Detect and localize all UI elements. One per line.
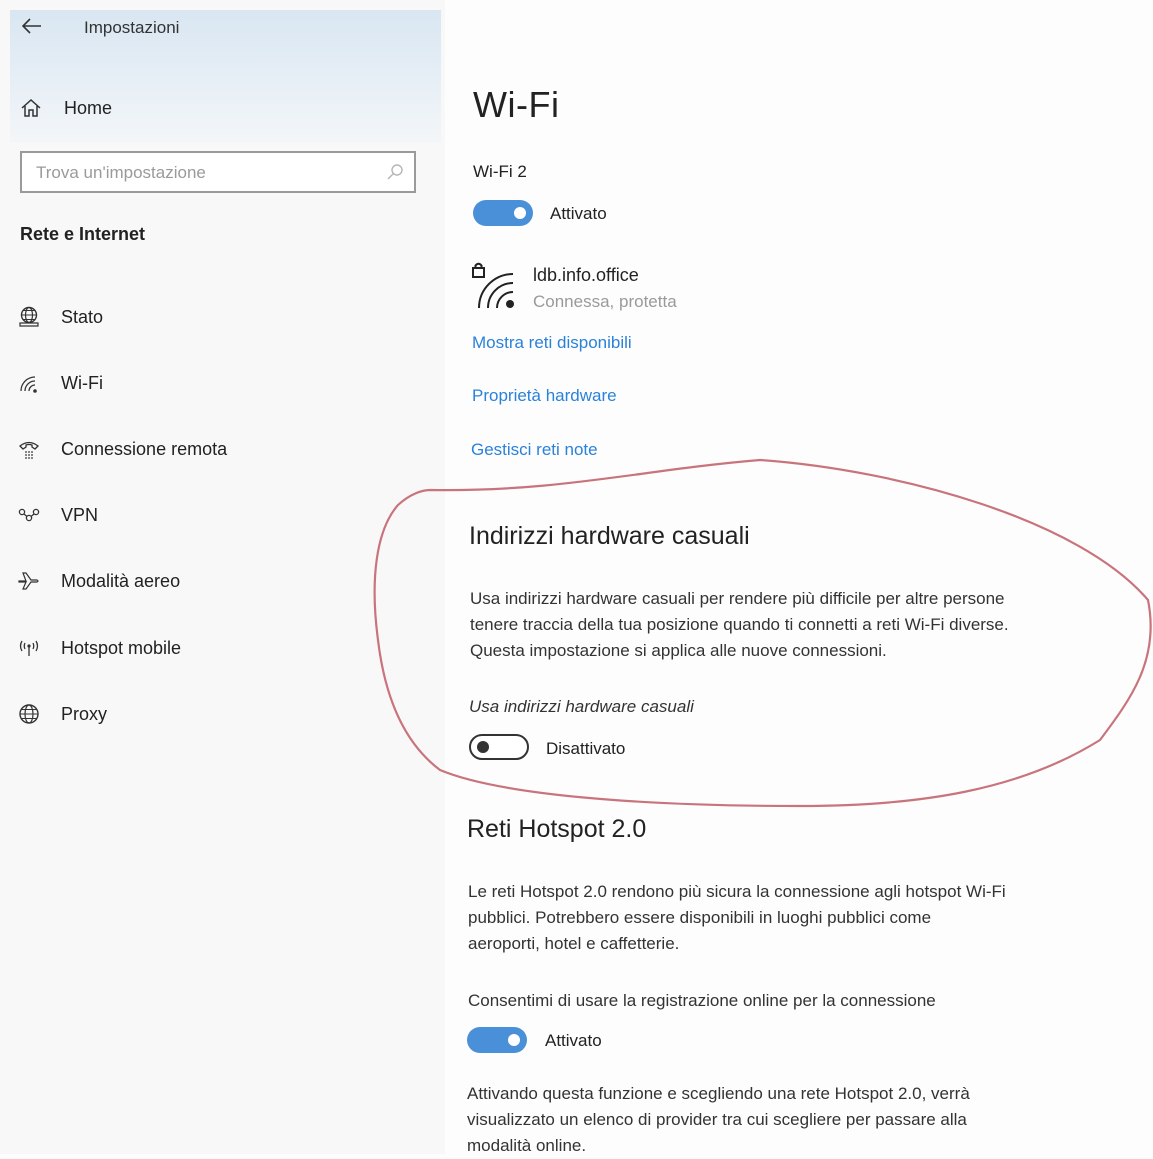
airplane-icon <box>16 569 42 593</box>
description-line: aeroporti, hotel e caffetterie. <box>468 934 680 953</box>
footer-line: modalità online. <box>467 1136 587 1155</box>
hardware-properties-link[interactable]: Proprietà hardware <box>472 386 617 406</box>
sidebar-item-label: Wi-Fi <box>61 372 103 393</box>
description-line: Le reti Hotspot 2.0 rendono più sicura l… <box>468 882 1006 901</box>
sidebar: Impostazioni Home Rete e Internet Stato <box>0 0 445 1154</box>
back-button[interactable] <box>20 14 44 38</box>
wifi-icon <box>16 371 42 395</box>
network-name[interactable]: ldb.info.office <box>533 265 639 286</box>
toggle-knob <box>508 1034 520 1046</box>
random-hw-setting-label: Usa indirizzi hardware casuali <box>469 697 694 716</box>
wifi-secured-icon <box>471 262 517 312</box>
description-line: tenere traccia della tua posizione quand… <box>470 615 1009 634</box>
search-box[interactable] <box>20 151 416 193</box>
description-line: pubblici. Potrebbero essere disponibili … <box>468 908 932 927</box>
section-title: Rete e Internet <box>20 224 146 244</box>
manage-known-networks-link[interactable]: Gestisci reti note <box>471 440 598 460</box>
app-title: Impostazioni <box>84 18 180 37</box>
page-title: Wi-Fi <box>473 84 560 125</box>
show-networks-link[interactable]: Mostra reti disponibili <box>472 333 632 353</box>
sidebar-item-hotspot-mobile[interactable]: Hotspot mobile <box>16 633 181 663</box>
sidebar-item-vpn[interactable]: VPN <box>16 500 98 530</box>
random-hw-heading: Indirizzi hardware casuali <box>469 522 750 550</box>
toggle-knob <box>477 741 489 753</box>
home-icon <box>21 98 41 117</box>
vpn-icon <box>16 503 42 527</box>
sidebar-item-label: Proxy <box>61 703 108 724</box>
sidebar-header <box>10 10 441 142</box>
random-hw-toggle[interactable] <box>469 734 529 760</box>
sidebar-item-label: Connessione remota <box>61 438 228 459</box>
back-arrow-icon <box>22 18 41 34</box>
hotspot20-description: Le reti Hotspot 2.0 rendono più sicura l… <box>468 879 1108 957</box>
sidebar-item-connessione-remota[interactable]: Connessione remota <box>16 434 227 464</box>
network-status: Connessa, protetta <box>533 292 677 311</box>
footer-line: Attivando questa funzione e scegliendo u… <box>467 1084 970 1103</box>
phone-icon <box>16 437 42 461</box>
hotspot20-heading: Reti Hotspot 2.0 <box>467 815 647 843</box>
globe-monitor-icon <box>16 305 42 329</box>
sidebar-item-wifi[interactable]: Wi-Fi <box>16 368 103 398</box>
sidebar-item-modalita-aereo[interactable]: Modalità aereo <box>16 566 180 596</box>
search-icon[interactable] <box>386 163 404 181</box>
online-signup-toggle[interactable] <box>467 1027 527 1053</box>
online-signup-setting-label: Consentimi di usare la registrazione onl… <box>468 991 936 1010</box>
hotspot-icon <box>16 636 42 660</box>
adapter-name: Wi-Fi 2 <box>473 162 527 181</box>
online-signup-toggle-label: Attivato <box>545 1031 602 1050</box>
sidebar-item-stato[interactable]: Stato <box>16 302 103 332</box>
search-input[interactable] <box>34 153 378 193</box>
sidebar-item-label: Stato <box>61 306 104 327</box>
toggle-knob <box>514 207 526 219</box>
wifi-toggle-label: Attivato <box>550 204 607 223</box>
hotspot20-footer: Attivando questa funzione e scegliendo u… <box>467 1081 1107 1159</box>
sidebar-item-home[interactable]: Home <box>20 94 112 122</box>
sidebar-item-label: Home <box>64 97 113 118</box>
main-content: Wi-Fi Wi-Fi 2 Attivato ldb.info.office C… <box>445 0 1153 1155</box>
sidebar-item-label: VPN <box>61 504 99 525</box>
wifi-toggle[interactable] <box>473 200 533 226</box>
sidebar-item-label: Modalità aereo <box>61 570 181 591</box>
sidebar-item-proxy[interactable]: Proxy <box>16 699 107 729</box>
sidebar-item-label: Hotspot mobile <box>61 637 182 658</box>
globe-icon <box>16 702 42 726</box>
random-hw-description: Usa indirizzi hardware casuali per rende… <box>470 586 1110 664</box>
footer-line: visualizzato un elenco di provider tra c… <box>467 1110 967 1129</box>
description-line: Questa impostazione si applica alle nuov… <box>470 641 887 660</box>
random-hw-toggle-label: Disattivato <box>546 739 626 758</box>
description-line: Usa indirizzi hardware casuali per rende… <box>470 589 1005 608</box>
